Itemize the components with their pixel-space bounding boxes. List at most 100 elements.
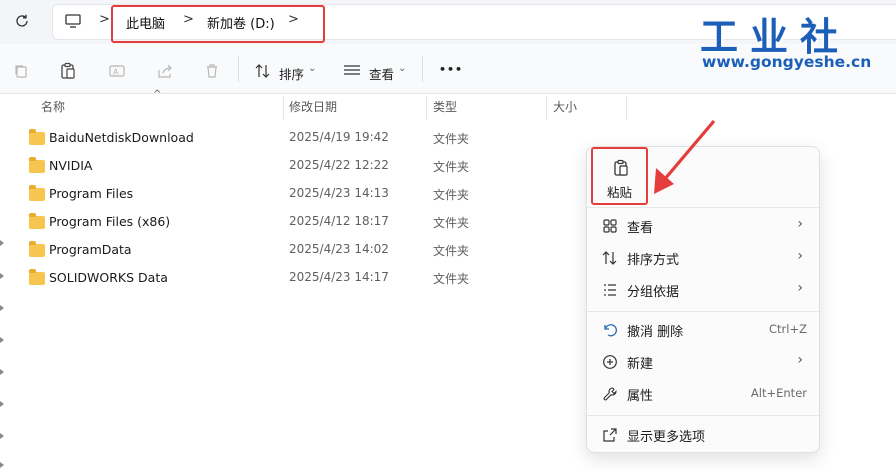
menu-divider <box>587 207 821 208</box>
expand-arrow-icon[interactable] <box>0 462 4 468</box>
undo-icon <box>601 321 619 339</box>
rename-icon[interactable]: A <box>106 60 128 82</box>
chevron-right-icon: › <box>797 248 803 264</box>
more-options-icon <box>601 426 619 444</box>
sort-button[interactable]: 排序 ⌄ <box>254 60 320 84</box>
wrench-icon <box>601 385 619 403</box>
menu-item-show-more-options[interactable]: 显示更多选项 <box>593 420 813 450</box>
sort-ascending-icon: ^ <box>153 89 162 100</box>
expand-arrow-icon[interactable] <box>0 433 4 439</box>
list-view-icon <box>343 64 361 81</box>
column-header-type[interactable]: 类型 <box>433 96 457 120</box>
file-date: 2025/4/22 12:22 <box>289 158 389 172</box>
column-header-date[interactable]: 修改日期 <box>289 96 337 120</box>
share-icon[interactable] <box>154 60 176 82</box>
file-type: 文件夹 <box>433 160 470 174</box>
menu-item-label: 分组依据 <box>627 285 680 300</box>
column-divider[interactable] <box>426 96 427 120</box>
file-date: 2025/4/23 14:13 <box>289 186 389 200</box>
svg-text:A: A <box>113 68 119 77</box>
chevron-right-icon: › <box>797 216 803 232</box>
breadcrumb-this-pc[interactable]: 此电脑 <box>126 13 165 32</box>
file-row[interactable]: ProgramData 2025/4/23 14:02 文件夹 <box>22 237 582 265</box>
expand-arrow-icon[interactable] <box>0 240 4 246</box>
file-type: 文件夹 <box>433 188 470 202</box>
file-name: ProgramData <box>49 242 132 257</box>
view-label: 查看 <box>369 67 395 82</box>
breadcrumb-drive-d[interactable]: 新加卷 (D:) <box>207 13 275 32</box>
folder-icon <box>29 269 45 285</box>
expand-arrow-icon[interactable] <box>0 401 4 407</box>
folder-icon <box>29 241 45 257</box>
file-row[interactable]: Program Files (x86) 2025/4/12 18:17 文件夹 <box>22 209 582 237</box>
sort-label: 排序 <box>279 67 305 82</box>
computer-icon[interactable] <box>64 12 84 32</box>
menu-item-label: 属性 <box>627 389 654 404</box>
folder-icon <box>29 129 45 145</box>
file-row[interactable]: Program Files 2025/4/23 14:13 文件夹 <box>22 181 582 209</box>
chevron-down-icon: ⌄ <box>308 63 317 74</box>
chevron-right-icon[interactable]: > <box>288 12 299 27</box>
file-name: NVIDIA <box>49 158 93 173</box>
menu-item-label: 撤消 删除 <box>627 325 684 340</box>
menu-item-new[interactable]: 新建 › <box>593 347 813 377</box>
expand-arrow-icon[interactable] <box>0 305 4 311</box>
paste-icon[interactable] <box>57 60 79 82</box>
menu-item-sort-by[interactable]: 排序方式 › <box>593 243 813 273</box>
chevron-right-icon: > <box>99 12 110 27</box>
folder-icon <box>29 213 45 229</box>
file-date: 2025/4/19 19:42 <box>289 130 389 144</box>
file-name: SOLIDWORKS Data <box>49 270 168 285</box>
column-divider[interactable] <box>283 96 284 120</box>
more-options-button[interactable]: ••• <box>439 63 463 76</box>
copy-icon[interactable] <box>10 60 32 82</box>
menu-item-properties[interactable]: 属性 Alt+Enter <box>593 379 813 409</box>
paste-highlight <box>591 147 648 205</box>
menu-item-undo-delete[interactable]: 撤消 删除 Ctrl+Z <box>593 315 813 345</box>
new-icon <box>601 353 619 371</box>
red-arrow-icon <box>654 119 716 194</box>
column-header-size[interactable]: 大小 <box>553 96 577 120</box>
file-date: 2025/4/23 14:02 <box>289 242 389 256</box>
toolbar-divider <box>422 56 423 82</box>
file-row[interactable]: NVIDIA 2025/4/22 12:22 文件夹 <box>22 153 582 181</box>
file-type: 文件夹 <box>433 272 470 286</box>
file-row[interactable]: SOLIDWORKS Data 2025/4/23 14:17 文件夹 <box>22 265 582 293</box>
file-row[interactable]: BaiduNetdiskDownload 2025/4/19 19:42 文件夹 <box>22 125 582 153</box>
column-divider[interactable] <box>546 96 547 120</box>
chevron-down-icon: ⌄ <box>398 63 407 74</box>
menu-item-label: 排序方式 <box>627 253 680 268</box>
grid-view-icon <box>601 217 619 235</box>
menu-item-shortcut: Ctrl+Z <box>769 322 807 336</box>
file-type: 文件夹 <box>433 132 470 146</box>
expand-arrow-icon[interactable] <box>0 337 4 343</box>
folder-icon <box>29 185 45 201</box>
chevron-right-icon: › <box>797 280 803 296</box>
expand-arrow-icon[interactable] <box>0 369 4 375</box>
delete-icon[interactable] <box>201 60 223 82</box>
column-header-name[interactable]: 名称 <box>41 96 65 120</box>
file-date: 2025/4/23 14:17 <box>289 270 389 284</box>
sort-icon <box>254 63 272 82</box>
folder-icon <box>29 157 45 173</box>
menu-item-label: 显示更多选项 <box>627 430 706 445</box>
watermark-url: www.gongyeshe.cn <box>702 53 872 71</box>
menu-item-label: 查看 <box>627 221 654 236</box>
chevron-right-icon: › <box>797 352 803 368</box>
menu-item-label: 新建 <box>627 357 654 372</box>
sort-icon <box>601 249 619 267</box>
toolbar-divider <box>238 56 239 82</box>
refresh-icon[interactable] <box>12 11 32 31</box>
group-by-icon <box>601 281 619 299</box>
file-type: 文件夹 <box>433 216 470 230</box>
menu-item-group-by[interactable]: 分组依据 › <box>593 275 813 305</box>
chevron-right-icon: > <box>183 12 194 27</box>
expand-arrow-icon[interactable] <box>0 273 4 279</box>
menu-item-view[interactable]: 查看 › <box>593 211 813 241</box>
file-name: Program Files <box>49 186 134 201</box>
column-divider[interactable] <box>626 96 627 120</box>
view-button[interactable]: 查看 ⌄ <box>343 60 409 84</box>
menu-divider <box>587 311 821 312</box>
file-name: Program Files (x86) <box>49 214 171 229</box>
menu-divider <box>587 415 821 416</box>
